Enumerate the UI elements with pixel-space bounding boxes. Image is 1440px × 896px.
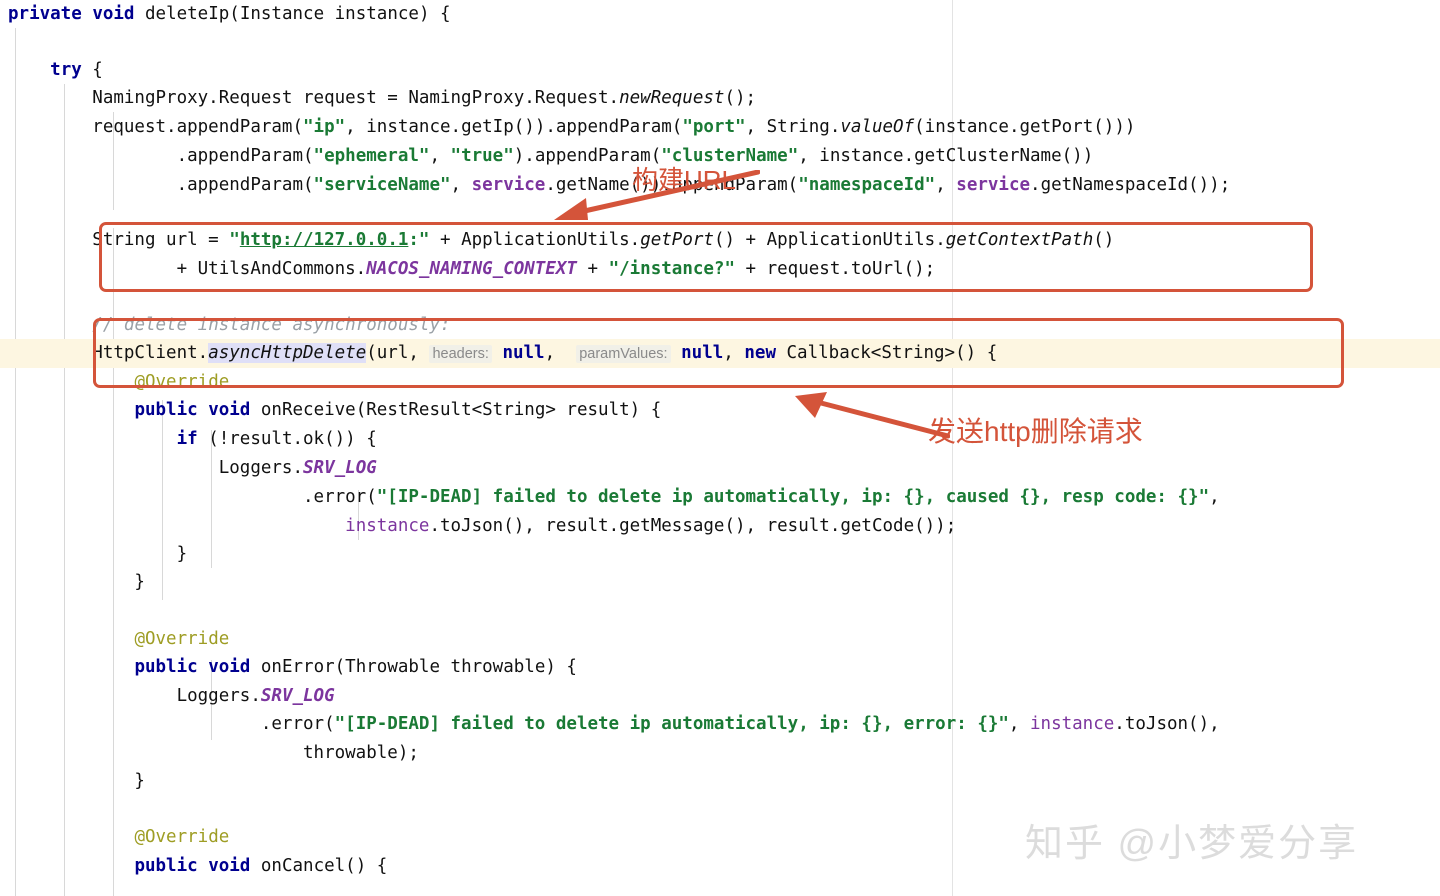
code-line-13[interactable]: HttpClient.asyncHttpDelete(url, headers:… [0, 339, 1440, 368]
code-line-14[interactable]: @Override [0, 368, 1440, 397]
code-line-3[interactable]: try { [0, 56, 1440, 85]
annotation-send-http-delete: 发送http删除请求 [928, 416, 1143, 447]
code-line-5[interactable]: request.appendParam("ip", instance.getIp… [0, 113, 1440, 142]
parameter-hint-paramvalues: paramValues: [576, 345, 671, 363]
parameter-hint-headers: headers: [429, 345, 492, 363]
code-line-18[interactable]: .error("[IP-DEAD] failed to delete ip au… [0, 483, 1440, 512]
code-line-25[interactable]: Loggers.SRV_LOG [0, 682, 1440, 711]
code-line-21[interactable]: } [0, 568, 1440, 597]
code-line-20[interactable]: } [0, 540, 1440, 569]
code-line-15[interactable]: public void onReceive(RestResult<String>… [0, 396, 1440, 425]
code-line-19[interactable]: instance.toJson(), result.getMessage(), … [0, 512, 1440, 541]
code-line-26[interactable]: .error("[IP-DEAD] failed to delete ip au… [0, 710, 1440, 739]
code-line-10[interactable]: + UtilsAndCommons.NACOS_NAMING_CONTEXT +… [0, 255, 1440, 284]
watermark: 知乎 @小梦爱分享 [1025, 823, 1359, 865]
code-line-17[interactable]: Loggers.SRV_LOG [0, 454, 1440, 483]
code-line-24[interactable]: public void onError(Throwable throwable)… [0, 653, 1440, 682]
code-line-9[interactable]: String url = "http://127.0.0.1:" + Appli… [0, 226, 1440, 255]
annotation-build-url: 构建URL [632, 165, 737, 195]
code-line-27[interactable]: throwable); [0, 739, 1440, 768]
code-line-28[interactable]: } [0, 767, 1440, 796]
code-line-4[interactable]: NamingProxy.Request request = NamingProx… [0, 84, 1440, 113]
code-line-1[interactable]: private void deleteIp(Instance instance)… [0, 0, 1440, 29]
code-line-12[interactable]: // delete instance asynchronously: [0, 311, 1440, 340]
code-editor[interactable]: private void deleteIp(Instance instance)… [0, 0, 1440, 896]
code-line-23[interactable]: @Override [0, 625, 1440, 654]
code-line-16[interactable]: if (!result.ok()) { [0, 425, 1440, 454]
